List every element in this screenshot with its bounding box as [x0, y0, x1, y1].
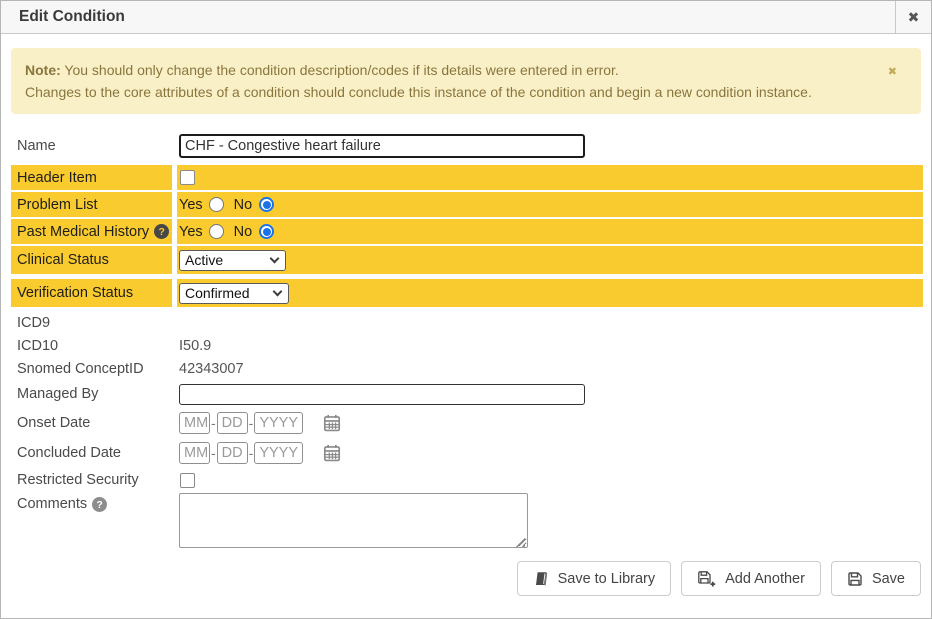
restricted-security-checkbox[interactable]	[180, 473, 195, 488]
icd10-label: ICD10	[11, 335, 172, 356]
clinical-status-select[interactable]: Active	[179, 250, 286, 271]
save-button[interactable]: Save	[831, 561, 921, 596]
problem-list-yes-label: Yes	[179, 197, 203, 213]
name-label: Name	[11, 131, 172, 161]
icd10-value: I50.9	[177, 335, 923, 356]
edit-condition-form: Name Header Item Problem List Yes No Pas…	[11, 131, 923, 552]
concluded-day-input[interactable]	[217, 442, 248, 464]
add-another-button[interactable]: Add Another	[681, 561, 821, 596]
dialog-footer: Save to Library Add Another Save	[517, 561, 921, 596]
onset-date-row: Onset Date - -	[11, 409, 923, 437]
dialog-header: Edit Condition ✖	[1, 1, 931, 34]
dialog-title: Edit Condition	[1, 1, 895, 33]
concluded-date-row: Concluded Date - -	[11, 439, 923, 467]
snomed-row: Snomed ConceptID 42343007	[11, 358, 923, 379]
header-item-checkbox[interactable]	[180, 170, 195, 185]
pmh-no-label: No	[234, 224, 253, 240]
save-label: Save	[872, 571, 905, 587]
comments-row: Comments ?	[11, 493, 923, 552]
restricted-security-row: Restricted Security	[11, 469, 923, 491]
problem-list-no-label: No	[234, 197, 253, 213]
onset-day-input[interactable]	[217, 412, 248, 434]
note-prefix: Note:	[25, 62, 61, 78]
managed-by-row: Managed By	[11, 381, 923, 407]
note-banner: Note: You should only change the conditi…	[11, 48, 921, 114]
concluded-month-input[interactable]	[179, 442, 210, 464]
pmh-no-radio[interactable]	[259, 224, 274, 239]
snomed-label: Snomed ConceptID	[11, 358, 172, 379]
verification-status-row: Verification Status Confirmed	[11, 279, 923, 307]
managed-by-input[interactable]	[179, 384, 585, 405]
problem-list-yes-radio[interactable]	[209, 197, 224, 212]
save-to-library-label: Save to Library	[558, 571, 656, 587]
help-icon[interactable]: ?	[154, 224, 169, 239]
past-medical-history-label: Past Medical History	[17, 224, 149, 240]
add-another-label: Add Another	[725, 571, 805, 587]
onset-date-label: Onset Date	[11, 409, 172, 437]
note-line-1: Note: You should only change the conditi…	[25, 59, 881, 81]
problem-list-row: Problem List Yes No	[11, 192, 923, 217]
calendar-icon[interactable]	[323, 414, 341, 432]
concluded-year-input[interactable]	[254, 442, 303, 464]
managed-by-label: Managed By	[11, 381, 172, 407]
name-row: Name	[11, 131, 923, 161]
name-input[interactable]	[179, 134, 585, 158]
icd9-row: ICD9	[11, 312, 923, 333]
icd9-label: ICD9	[11, 312, 172, 333]
header-item-row: Header Item	[11, 165, 923, 190]
concluded-date-label: Concluded Date	[11, 439, 172, 467]
help-icon[interactable]: ?	[92, 497, 107, 512]
onset-month-input[interactable]	[179, 412, 210, 434]
past-medical-history-row: Past Medical History ? Yes No	[11, 219, 923, 244]
close-button[interactable]: ✖	[895, 1, 931, 33]
clinical-status-row: Clinical Status Active	[11, 246, 923, 274]
save-icon	[847, 571, 863, 587]
comments-textarea[interactable]	[179, 493, 528, 548]
icd9-value	[177, 312, 923, 333]
verification-status-label: Verification Status	[11, 279, 172, 307]
restricted-security-label: Restricted Security	[11, 469, 172, 491]
date-separator: -	[249, 445, 254, 461]
calendar-icon[interactable]	[323, 444, 341, 462]
pmh-yes-label: Yes	[179, 224, 203, 240]
comments-label: Comments	[17, 496, 87, 512]
book-icon	[533, 571, 549, 587]
note-dismiss-icon[interactable]: ✖	[888, 61, 897, 83]
date-separator: -	[211, 445, 216, 461]
header-item-label: Header Item	[11, 165, 172, 190]
save-to-library-button[interactable]: Save to Library	[517, 561, 672, 596]
close-icon: ✖	[908, 9, 920, 26]
problem-list-no-radio[interactable]	[259, 197, 274, 212]
icd10-row: ICD10 I50.9	[11, 335, 923, 356]
verification-status-select[interactable]: Confirmed	[179, 283, 289, 304]
snomed-value: 42343007	[177, 358, 923, 379]
pmh-yes-radio[interactable]	[209, 224, 224, 239]
problem-list-label: Problem List	[11, 192, 172, 217]
clinical-status-label: Clinical Status	[11, 246, 172, 274]
date-separator: -	[249, 415, 254, 431]
onset-year-input[interactable]	[254, 412, 303, 434]
note-line-2: Changes to the core attributes of a cond…	[25, 81, 881, 103]
date-separator: -	[211, 415, 216, 431]
save-plus-icon	[697, 570, 716, 587]
